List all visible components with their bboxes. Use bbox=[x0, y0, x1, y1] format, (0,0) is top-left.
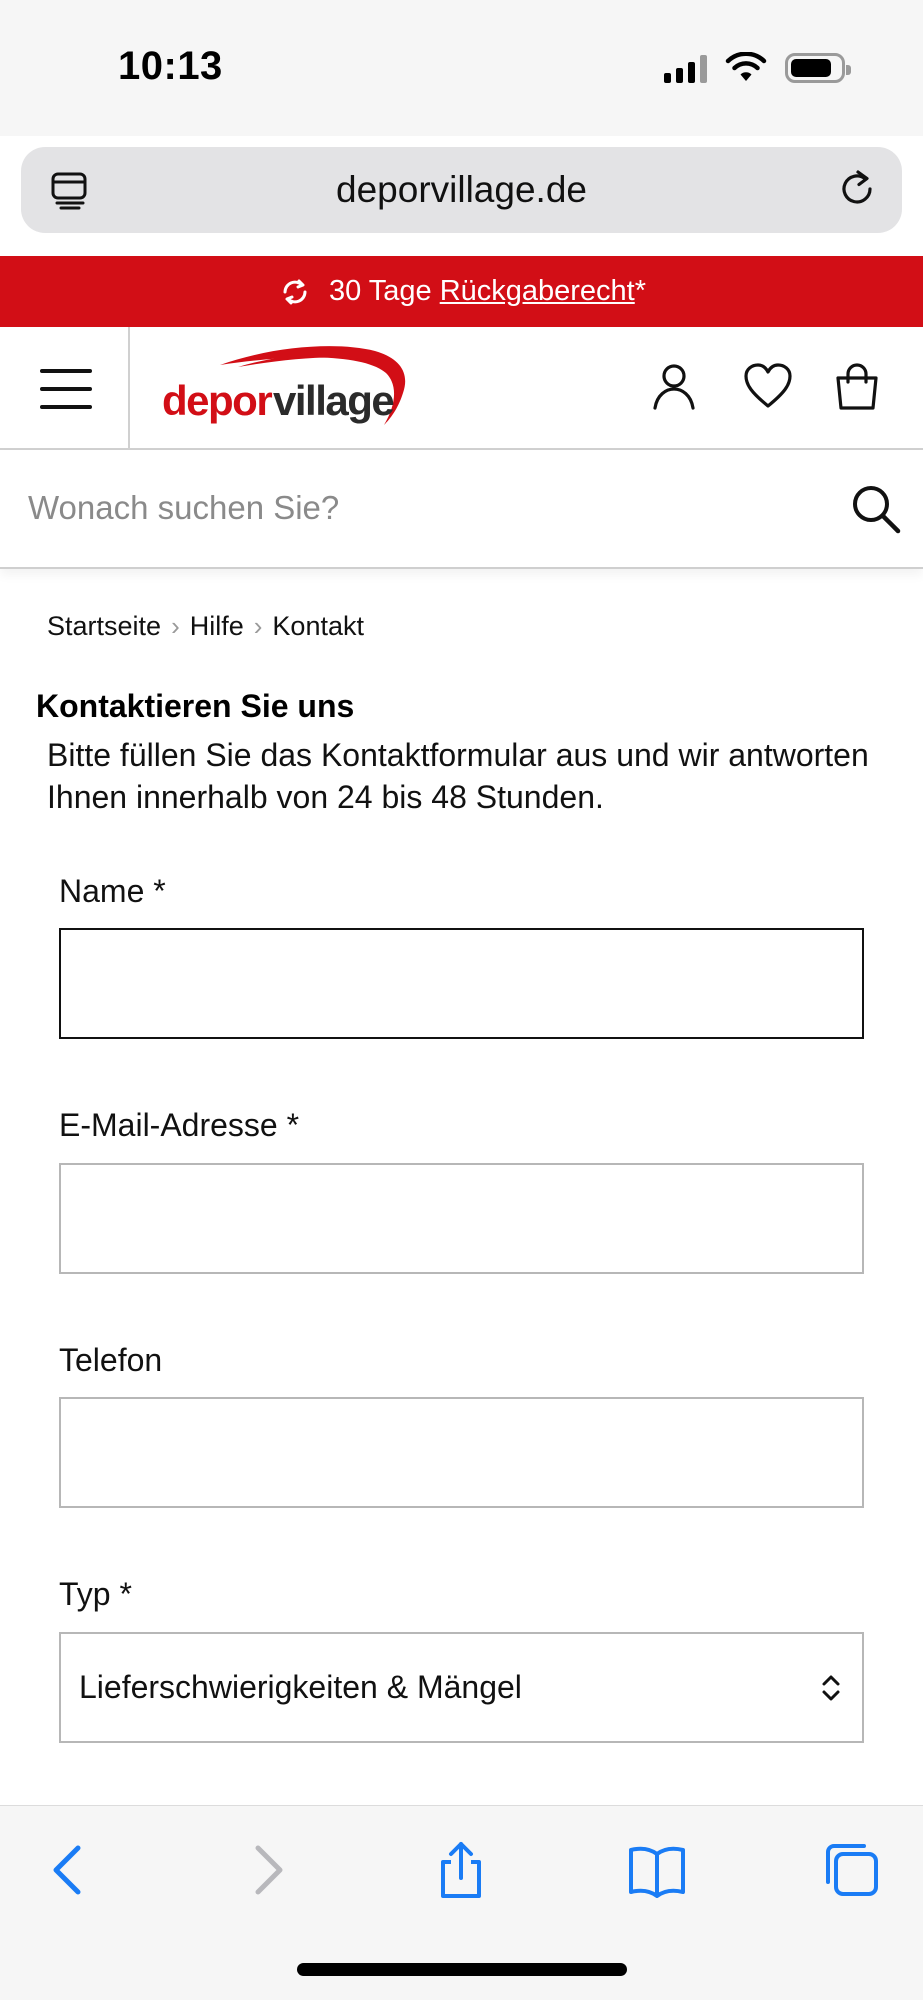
reload-icon[interactable] bbox=[834, 166, 880, 212]
search-icon[interactable] bbox=[849, 482, 903, 536]
svg-text:depor: depor bbox=[162, 377, 272, 424]
name-field[interactable] bbox=[59, 928, 864, 1039]
promo-text-prefix: 30 Tage bbox=[328, 275, 432, 307]
home-indicator bbox=[297, 1963, 627, 1976]
bookmarks-icon[interactable] bbox=[627, 1840, 687, 1900]
search-bar bbox=[0, 450, 923, 569]
promo-text: 30 Tage Rückgaberecht* bbox=[329, 275, 646, 308]
breadcrumb-item-home[interactable]: Startseite bbox=[47, 611, 161, 642]
back-icon[interactable] bbox=[38, 1840, 98, 1900]
breadcrumb-separator: › bbox=[253, 611, 263, 641]
breadcrumb: Startseite › Hilfe › Kontakt bbox=[47, 611, 364, 642]
share-icon[interactable] bbox=[431, 1840, 491, 1900]
breadcrumb-separator: › bbox=[171, 611, 180, 641]
phone-field[interactable] bbox=[59, 1397, 864, 1508]
menu-button[interactable] bbox=[0, 327, 130, 448]
heart-icon[interactable] bbox=[742, 361, 794, 413]
status-icons bbox=[664, 50, 851, 86]
promo-suffix: * bbox=[634, 275, 647, 307]
promo-banner[interactable]: 30 Tage Rückgaberecht* bbox=[0, 256, 923, 327]
name-label: Name * bbox=[59, 873, 166, 909]
wifi-icon bbox=[725, 52, 767, 81]
breadcrumb-item-help[interactable]: Hilfe bbox=[190, 611, 244, 642]
select-arrows-icon bbox=[822, 1675, 840, 1700]
battery-icon bbox=[785, 53, 851, 83]
forward-icon[interactable] bbox=[238, 1840, 298, 1900]
tabs-icon[interactable] bbox=[822, 1840, 882, 1900]
search-input[interactable] bbox=[28, 480, 808, 536]
deporvillage-logo[interactable]: depor village bbox=[160, 343, 420, 433]
breadcrumb-item-contact: Kontakt bbox=[272, 611, 364, 641]
email-label: E-Mail-Adresse * bbox=[59, 1107, 300, 1143]
status-bar: 10:13 bbox=[0, 0, 923, 136]
status-time: 10:13 bbox=[118, 44, 223, 88]
svg-text:village: village bbox=[273, 377, 393, 424]
page-title: Kontaktieren Sie uns bbox=[36, 688, 355, 724]
page-intro: Bitte füllen Sie das Kontaktformular aus… bbox=[47, 737, 869, 815]
type-select[interactable]: Lieferschwierigkeiten & Mängel bbox=[59, 1632, 864, 1743]
email-field[interactable] bbox=[59, 1163, 864, 1274]
bag-icon[interactable] bbox=[831, 361, 883, 413]
return-arrows-icon bbox=[283, 279, 307, 304]
phone-label: Telefon bbox=[59, 1342, 163, 1378]
site-header: depor village bbox=[0, 327, 923, 450]
signal-icon bbox=[664, 53, 707, 83]
return-policy-link[interactable]: Rückgaberecht bbox=[440, 275, 635, 307]
type-label: Typ * bbox=[59, 1576, 132, 1612]
type-selected-value: Lieferschwierigkeiten & Mängel bbox=[79, 1669, 522, 1705]
url-text[interactable]: deporvillage.de bbox=[21, 169, 902, 211]
address-bar[interactable]: deporvillage.de bbox=[21, 147, 902, 233]
account-icon[interactable] bbox=[648, 361, 700, 413]
